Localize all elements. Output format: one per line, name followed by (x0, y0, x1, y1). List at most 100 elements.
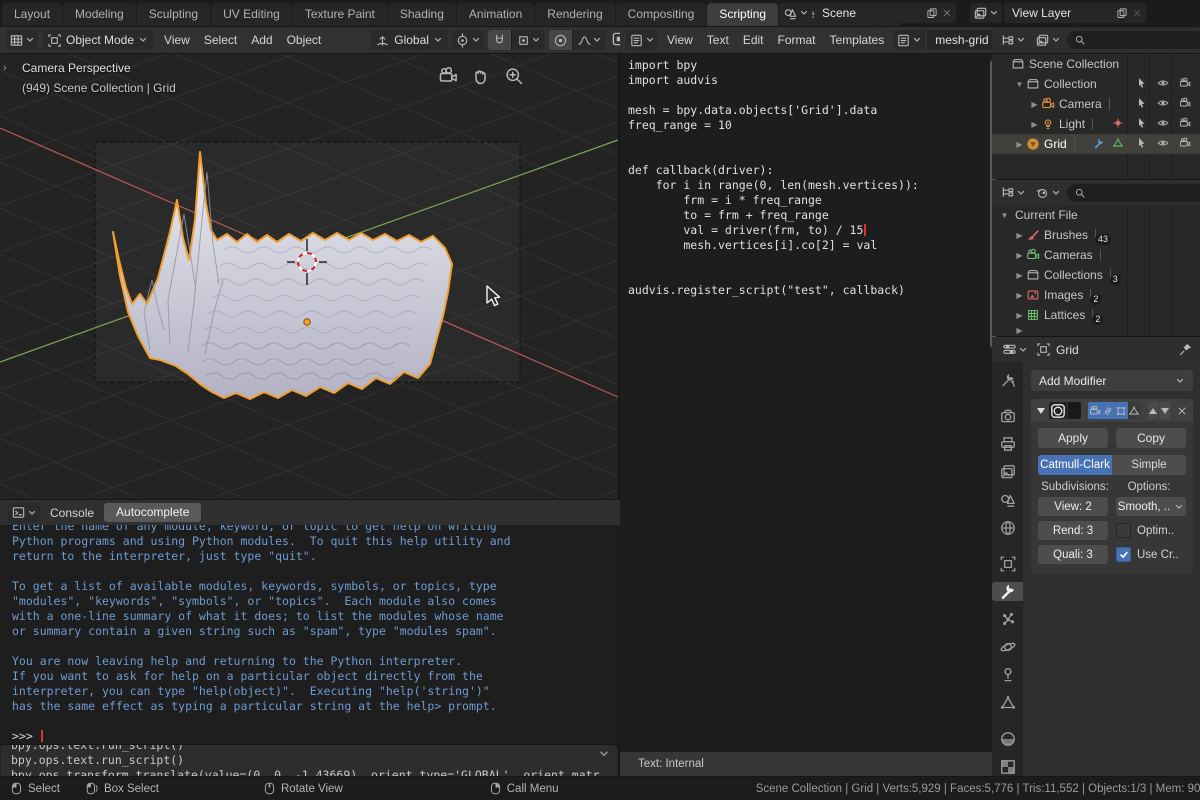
expander-icon[interactable]: ▶ (1028, 120, 1041, 129)
expander-icon[interactable]: ▶ (1013, 231, 1026, 240)
expand-icon[interactable] (1036, 406, 1046, 416)
text-datablock-browse-button[interactable] (893, 30, 925, 50)
workspace-tab-animation[interactable]: Animation (457, 3, 534, 26)
viewport-menu-select[interactable]: Select (197, 33, 244, 47)
snap-toggle-button[interactable] (488, 30, 511, 50)
scene-name-field[interactable]: Scene (814, 3, 956, 23)
blend-file-row-brushes[interactable]: ▶Brushes43 (992, 225, 1200, 245)
delete-modifier-icon[interactable] (1176, 405, 1188, 417)
properties-tab-data[interactable] (992, 693, 1023, 712)
selectable-toggle-icon[interactable] (1136, 77, 1148, 89)
selectable-toggle-icon[interactable] (1136, 97, 1148, 109)
properties-editor-type-button[interactable] (999, 340, 1031, 360)
3d-viewport[interactable]: › Camera Perspective (949) Scene Collect… (0, 54, 618, 499)
blend-file-row-images[interactable]: ▶Images2 (992, 285, 1200, 305)
workspace-tab-compositing[interactable]: Compositing (616, 3, 707, 26)
mode-dropdown[interactable]: Object Mode (42, 30, 153, 50)
viewport-menu-view[interactable]: View (157, 33, 197, 47)
expander-icon[interactable]: ▶ (1013, 291, 1026, 300)
transform-orientation-dropdown[interactable]: Global (370, 30, 448, 50)
info-log[interactable]: bpy.ops.text.run_script()bpy.ops.text.ru… (1, 745, 617, 776)
wrench-icon[interactable] (1093, 137, 1105, 149)
blend-file-search-input[interactable] (1067, 184, 1200, 202)
workspace-tab-layout[interactable]: Layout (2, 3, 62, 26)
console-prompt[interactable]: >>> (12, 729, 630, 744)
display-editmode-toggle[interactable] (1114, 402, 1127, 419)
use-creases-checkbox[interactable] (1116, 547, 1131, 562)
properties-tab-particles[interactable] (992, 610, 1023, 629)
selectable-toggle-icon[interactable] (1136, 117, 1148, 129)
apply-button[interactable]: Apply (1038, 428, 1108, 448)
display-realtime-toggle[interactable] (1101, 402, 1114, 419)
outliner-search-input[interactable] (1067, 31, 1200, 49)
hide-toggle-icon[interactable] (1157, 137, 1169, 149)
expander-icon[interactable]: ▶ (1013, 271, 1026, 280)
text-menu-templates[interactable]: Templates (823, 33, 892, 47)
modifier-name-chip[interactable] (1049, 402, 1081, 419)
proportional-edit-button[interactable] (549, 30, 572, 50)
expander-icon[interactable]: ▶ (1013, 251, 1026, 260)
render-visibility-toggle-icon[interactable] (1179, 97, 1191, 109)
outliner-row-collection[interactable]: ▼Collection (992, 74, 1200, 94)
move-down-button[interactable] (1158, 402, 1170, 419)
sidebar-toggle-arrow[interactable]: › (3, 62, 7, 74)
outliner-display-mode-button[interactable] (997, 30, 1029, 50)
meshdata-icon[interactable] (1112, 137, 1124, 149)
reddot-icon[interactable] (1112, 117, 1124, 129)
expander-icon[interactable]: ▼ (1013, 80, 1026, 89)
workspace-tab-scripting[interactable]: Scripting (707, 3, 778, 26)
remove-view-layer-icon[interactable] (1132, 8, 1142, 18)
pan-hand-icon[interactable] (471, 66, 491, 86)
move-up-button[interactable] (1148, 402, 1159, 419)
outliner-row-camera[interactable]: ▶Camera (992, 94, 1200, 114)
expander-icon[interactable]: ▼ (998, 211, 1011, 220)
text-datablock-name-field[interactable]: mesh-grid (927, 30, 996, 50)
zoom-icon[interactable] (504, 66, 524, 86)
chevron-down-icon[interactable] (598, 748, 610, 760)
text-menu-format[interactable]: Format (771, 33, 823, 47)
catmull-clark-button[interactable]: Catmull-Clark (1038, 455, 1112, 475)
pin-icon[interactable] (1178, 342, 1193, 357)
properties-tab-modifier[interactable] (992, 582, 1023, 601)
view-layer-name-field[interactable]: View Layer (1004, 3, 1146, 23)
quality-field[interactable]: Quali: 3 (1038, 545, 1108, 564)
workspace-tab-modeling[interactable]: Modeling (63, 3, 136, 26)
blend-file-row-current-file[interactable]: ▼Current File (992, 205, 1200, 225)
properties-tab-scene[interactable] (992, 490, 1023, 509)
workspace-tab-uv-editing[interactable]: UV Editing (211, 3, 292, 26)
workspace-tab-rendering[interactable]: Rendering (535, 3, 614, 26)
optimal-display-checkbox[interactable] (1116, 523, 1131, 538)
blend-file-row-partial[interactable]: ▶ (992, 325, 1200, 335)
modifier-name-field[interactable] (1067, 402, 1081, 419)
snap-settings-button[interactable] (511, 30, 545, 50)
render-visibility-toggle-icon[interactable] (1179, 117, 1191, 129)
uv-smooth-dropdown[interactable]: Smooth, .. (1116, 497, 1186, 516)
expander-icon[interactable]: ▶ (1013, 326, 1026, 335)
render-visibility-toggle-icon[interactable] (1179, 77, 1191, 89)
blend-file-row-lattices[interactable]: ▶Lattices2 (992, 305, 1200, 325)
properties-tab-physics[interactable] (992, 638, 1023, 657)
workspace-tab-sculpting[interactable]: Sculpting (137, 3, 210, 26)
workspace-tab-shading[interactable]: Shading (388, 3, 456, 26)
text-menu-edit[interactable]: Edit (736, 33, 771, 47)
properties-tab-render[interactable] (992, 407, 1023, 426)
blend-file-row-cameras[interactable]: ▶Cameras (992, 245, 1200, 265)
expander-icon[interactable]: ▶ (1013, 311, 1026, 320)
outliner-row-grid[interactable]: ▶Grid (992, 134, 1200, 154)
view-layer-browse-button[interactable] (970, 3, 1002, 23)
workspace-tab-texture-paint[interactable]: Texture Paint (293, 3, 387, 26)
outliner-row-scene-collection[interactable]: Scene Collection (992, 54, 1200, 74)
falloff-button[interactable] (572, 30, 606, 50)
viewport-menu-add[interactable]: Add (244, 33, 279, 47)
hide-toggle-icon[interactable] (1157, 77, 1169, 89)
properties-tab-vlayer[interactable] (992, 463, 1023, 482)
scene-browse-button[interactable] (780, 3, 812, 23)
selectable-toggle-icon[interactable] (1136, 137, 1148, 149)
expander-icon[interactable]: ▶ (1028, 100, 1041, 109)
text-editor-body[interactable]: import bpyimport audvismesh = bpy.data.o… (620, 54, 998, 756)
autocomplete-button[interactable]: Autocomplete (104, 503, 201, 522)
properties-tab-constraints[interactable] (992, 666, 1023, 685)
text-menu-text[interactable]: Text (700, 33, 736, 47)
hide-toggle-icon[interactable] (1157, 117, 1169, 129)
add-modifier-dropdown[interactable]: Add Modifier (1031, 370, 1193, 391)
